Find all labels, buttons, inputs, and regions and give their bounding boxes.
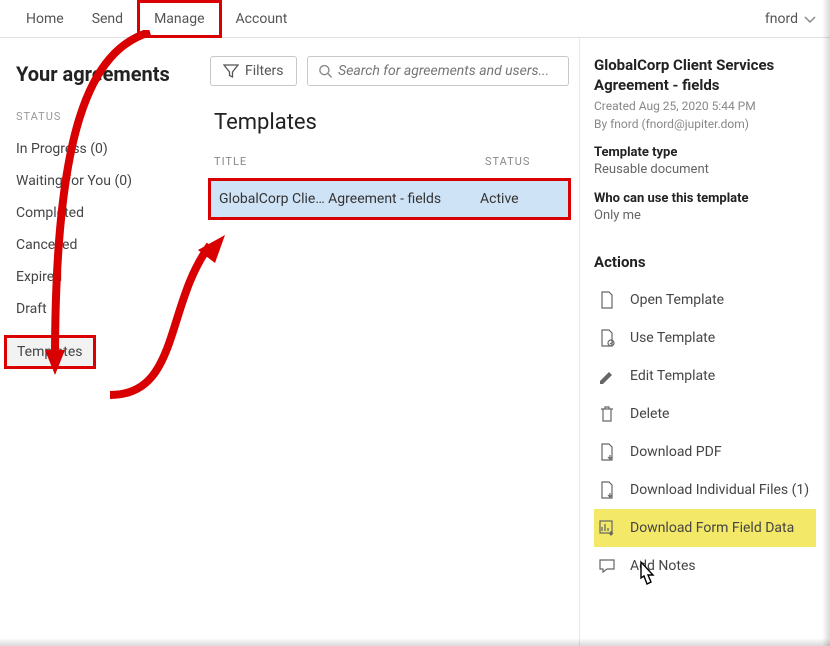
top-nav: Home Send Manage Account fnord [0,0,830,38]
action-open-label: Open Template [630,292,724,308]
status-completed[interactable]: Completed [0,197,200,229]
action-delete-label: Delete [630,406,669,422]
trash-icon [598,405,616,423]
chevron-down-icon [802,11,818,27]
toolbar: Filters [200,50,579,104]
table-header: TITLE STATUS [200,149,579,174]
status-waiting[interactable]: Waiting for You (0) [0,165,200,197]
type-value: Reusable document [594,162,816,177]
content: Your agreements STATUS In Progress (0) W… [0,38,830,646]
action-download-form-data[interactable]: Download Form Field Data [594,509,816,547]
action-edit-template[interactable]: Edit Template [594,357,816,395]
filters-button[interactable]: Filters [210,56,297,86]
document-icon [598,291,616,309]
nav-send[interactable]: Send [78,3,137,35]
status-list: In Progress (0) Waiting for You (0) Comp… [0,133,200,369]
status-in-progress[interactable]: In Progress (0) [0,133,200,165]
search-icon [318,63,333,79]
download-pdf-icon [598,443,616,461]
details-panel: GlobalCorp Client Services Agreement - f… [580,38,830,646]
search-input[interactable] [338,63,558,79]
who-label: Who can use this template [594,191,816,206]
action-download-form-label: Download Form Field Data [630,520,794,536]
actions-heading: Actions [594,253,816,271]
form-data-icon [598,519,616,537]
col-status: STATUS [485,155,565,168]
status-header: STATUS [0,106,200,127]
nav-account[interactable]: Account [222,3,302,35]
download-files-icon [598,481,616,499]
detail-title: GlobalCorp Client Services Agreement - f… [594,56,816,95]
sidebar: Your agreements STATUS In Progress (0) W… [0,38,200,646]
detail-by: By fnord (fnord@jupiter.dom) [594,117,816,131]
table-row[interactable]: GlobalCorp Clie… Agreement - fields Acti… [208,178,571,220]
type-label: Template type [594,145,816,160]
action-open-template[interactable]: Open Template [594,281,816,319]
nav-manage[interactable]: Manage [137,0,221,38]
nav-home[interactable]: Home [12,3,78,35]
action-use-template[interactable]: Use Template [594,319,816,357]
action-download-files-label: Download Individual Files (1) [630,482,809,498]
templates-heading: Templates [200,104,579,149]
filters-label: Filters [245,63,284,79]
action-download-pdf-label: Download PDF [630,444,722,460]
user-menu[interactable]: fnord [765,11,818,27]
search-box[interactable] [307,56,569,86]
action-download-pdf[interactable]: Download PDF [594,433,816,471]
action-use-label: Use Template [630,330,715,346]
action-notes-label: Add Notes [630,558,696,574]
use-template-icon [598,329,616,347]
row-status: Active [480,191,560,207]
status-cancelled[interactable]: Cancelled [0,229,200,261]
action-edit-label: Edit Template [630,368,715,384]
action-download-files[interactable]: Download Individual Files (1) [594,471,816,509]
status-expired[interactable]: Expired [0,261,200,293]
user-name: fnord [765,11,798,27]
notes-icon [598,557,616,575]
status-templates[interactable]: Templates [4,335,96,369]
nav-left: Home Send Manage Account [12,3,301,35]
action-delete[interactable]: Delete [594,395,816,433]
row-title: GlobalCorp Clie… Agreement - fields [219,191,480,207]
action-add-notes[interactable]: Add Notes [594,547,816,585]
pencil-icon [598,367,616,385]
page-title: Your agreements [0,54,200,106]
filter-icon [223,63,239,79]
status-draft[interactable]: Draft [0,293,200,325]
who-value: Only me [594,208,816,223]
col-title: TITLE [214,155,485,168]
main-column: Filters Templates TITLE STATUS GlobalCor… [200,38,580,646]
detail-created: Created Aug 25, 2020 5:44 PM [594,99,816,113]
